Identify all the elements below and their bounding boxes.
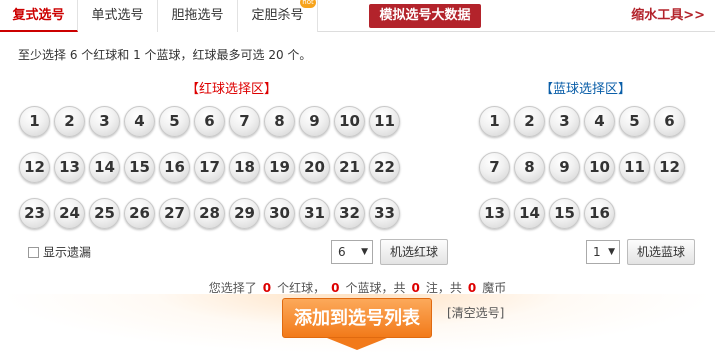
red-ball[interactable]: 14 xyxy=(89,152,120,183)
blue-count-select[interactable]: 1 ▼ xyxy=(586,240,620,264)
blue-count: 0 xyxy=(331,281,340,295)
red-ball[interactable]: 6 xyxy=(194,106,225,137)
red-ball[interactable]: 5 xyxy=(159,106,190,137)
clear-selection-link[interactable]: [清空选号] xyxy=(447,304,504,321)
red-ball[interactable]: 24 xyxy=(54,198,85,229)
summary-text: 个蓝球，共 xyxy=(345,281,406,295)
red-ball[interactable]: 11 xyxy=(369,106,400,137)
shrink-tools-link[interactable]: 缩水工具>> xyxy=(631,0,705,32)
blue-ball[interactable]: 3 xyxy=(549,106,580,137)
red-ball[interactable]: 25 xyxy=(89,198,120,229)
show-missing-toggle[interactable]: 显示遗漏 xyxy=(28,245,92,260)
blue-ball[interactable]: 15 xyxy=(549,198,580,229)
summary-text: 魔币 xyxy=(482,281,507,295)
red-ball[interactable]: 15 xyxy=(124,152,155,183)
blue-ball[interactable]: 10 xyxy=(584,152,615,183)
bet-count: 0 xyxy=(411,281,420,295)
summary-text: 个红球， xyxy=(277,281,326,295)
blue-count-value: 1 xyxy=(593,245,601,259)
coin-count: 0 xyxy=(467,281,477,295)
red-ball[interactable]: 1 xyxy=(19,106,50,137)
blue-ball[interactable]: 4 xyxy=(584,106,615,137)
dropdown-arrow-icon: ▼ xyxy=(608,247,615,257)
red-ball[interactable]: 3 xyxy=(89,106,120,137)
red-ball[interactable]: 2 xyxy=(54,106,85,137)
blue-ball[interactable]: 16 xyxy=(584,198,615,229)
blue-ball[interactable]: 8 xyxy=(514,152,545,183)
red-ball[interactable]: 13 xyxy=(54,152,85,183)
simulate-bigdata-button[interactable]: 模拟选号大数据 xyxy=(369,4,481,28)
red-ball[interactable]: 17 xyxy=(194,152,225,183)
red-ball[interactable]: 33 xyxy=(369,198,400,229)
red-ball[interactable]: 18 xyxy=(229,152,260,183)
red-ball[interactable]: 28 xyxy=(194,198,225,229)
red-ball[interactable]: 4 xyxy=(124,106,155,137)
show-missing-checkbox[interactable] xyxy=(28,247,39,258)
red-ball[interactable]: 16 xyxy=(159,152,190,183)
summary-text: 您选择了 xyxy=(208,281,257,295)
red-ball[interactable]: 23 xyxy=(19,198,50,229)
red-count: 0 xyxy=(262,281,272,295)
hot-badge-icon: hot xyxy=(300,0,316,8)
red-count-select[interactable]: 6 ▼ xyxy=(331,240,373,264)
blue-ball[interactable]: 5 xyxy=(619,106,650,137)
red-ball[interactable]: 12 xyxy=(19,152,50,183)
show-missing-label: 显示遗漏 xyxy=(43,245,92,260)
red-ball[interactable]: 20 xyxy=(299,152,330,183)
blue-ball[interactable]: 6 xyxy=(654,106,685,137)
summary-text: 注，共 xyxy=(425,281,462,295)
blue-ball[interactable]: 1 xyxy=(479,106,510,137)
tab-bar: 复式选号 单式选号 胆拖选号 定胆杀号 hot 模拟选号大数据 缩水工具>> xyxy=(0,0,715,32)
red-ball[interactable]: 21 xyxy=(334,152,365,183)
red-count-value: 6 xyxy=(338,245,346,259)
add-button-arrow-icon xyxy=(327,338,387,350)
red-ball[interactable]: 9 xyxy=(299,106,330,137)
selection-hint: 至少选择 6 个红球和 1 个蓝球，红球最多可选 20 个。 xyxy=(18,48,312,62)
tab-compound-pick[interactable]: 复式选号 xyxy=(0,0,78,32)
red-ball[interactable]: 8 xyxy=(264,106,295,137)
tab-single-pick[interactable]: 单式选号 xyxy=(78,0,158,32)
blue-ball[interactable]: 14 xyxy=(514,198,545,229)
dropdown-arrow-icon: ▼ xyxy=(361,247,368,257)
red-zone-title: 【红球选择区】 xyxy=(186,82,278,97)
blue-ball[interactable]: 12 xyxy=(654,152,685,183)
random-blue-button[interactable]: 机选蓝球 xyxy=(627,239,695,265)
blue-ball[interactable]: 7 xyxy=(479,152,510,183)
red-ball[interactable]: 32 xyxy=(334,198,365,229)
blue-ball[interactable]: 11 xyxy=(619,152,650,183)
red-ball[interactable]: 29 xyxy=(229,198,260,229)
blue-ball[interactable]: 9 xyxy=(549,152,580,183)
red-ball[interactable]: 10 xyxy=(334,106,365,137)
add-to-list-button[interactable]: 添加到选号列表 xyxy=(282,298,432,338)
red-ball[interactable]: 30 xyxy=(264,198,295,229)
red-ball[interactable]: 22 xyxy=(369,152,400,183)
tab-banker-drag-pick[interactable]: 胆拖选号 xyxy=(158,0,238,32)
blue-ball[interactable]: 2 xyxy=(514,106,545,137)
red-ball[interactable]: 27 xyxy=(159,198,190,229)
red-ball[interactable]: 26 xyxy=(124,198,155,229)
red-ball[interactable]: 31 xyxy=(299,198,330,229)
red-ball[interactable]: 7 xyxy=(229,106,260,137)
blue-ball[interactable]: 13 xyxy=(479,198,510,229)
red-ball[interactable]: 19 xyxy=(264,152,295,183)
random-red-button[interactable]: 机选红球 xyxy=(380,239,448,265)
blue-zone-title: 【蓝球选择区】 xyxy=(540,82,632,97)
